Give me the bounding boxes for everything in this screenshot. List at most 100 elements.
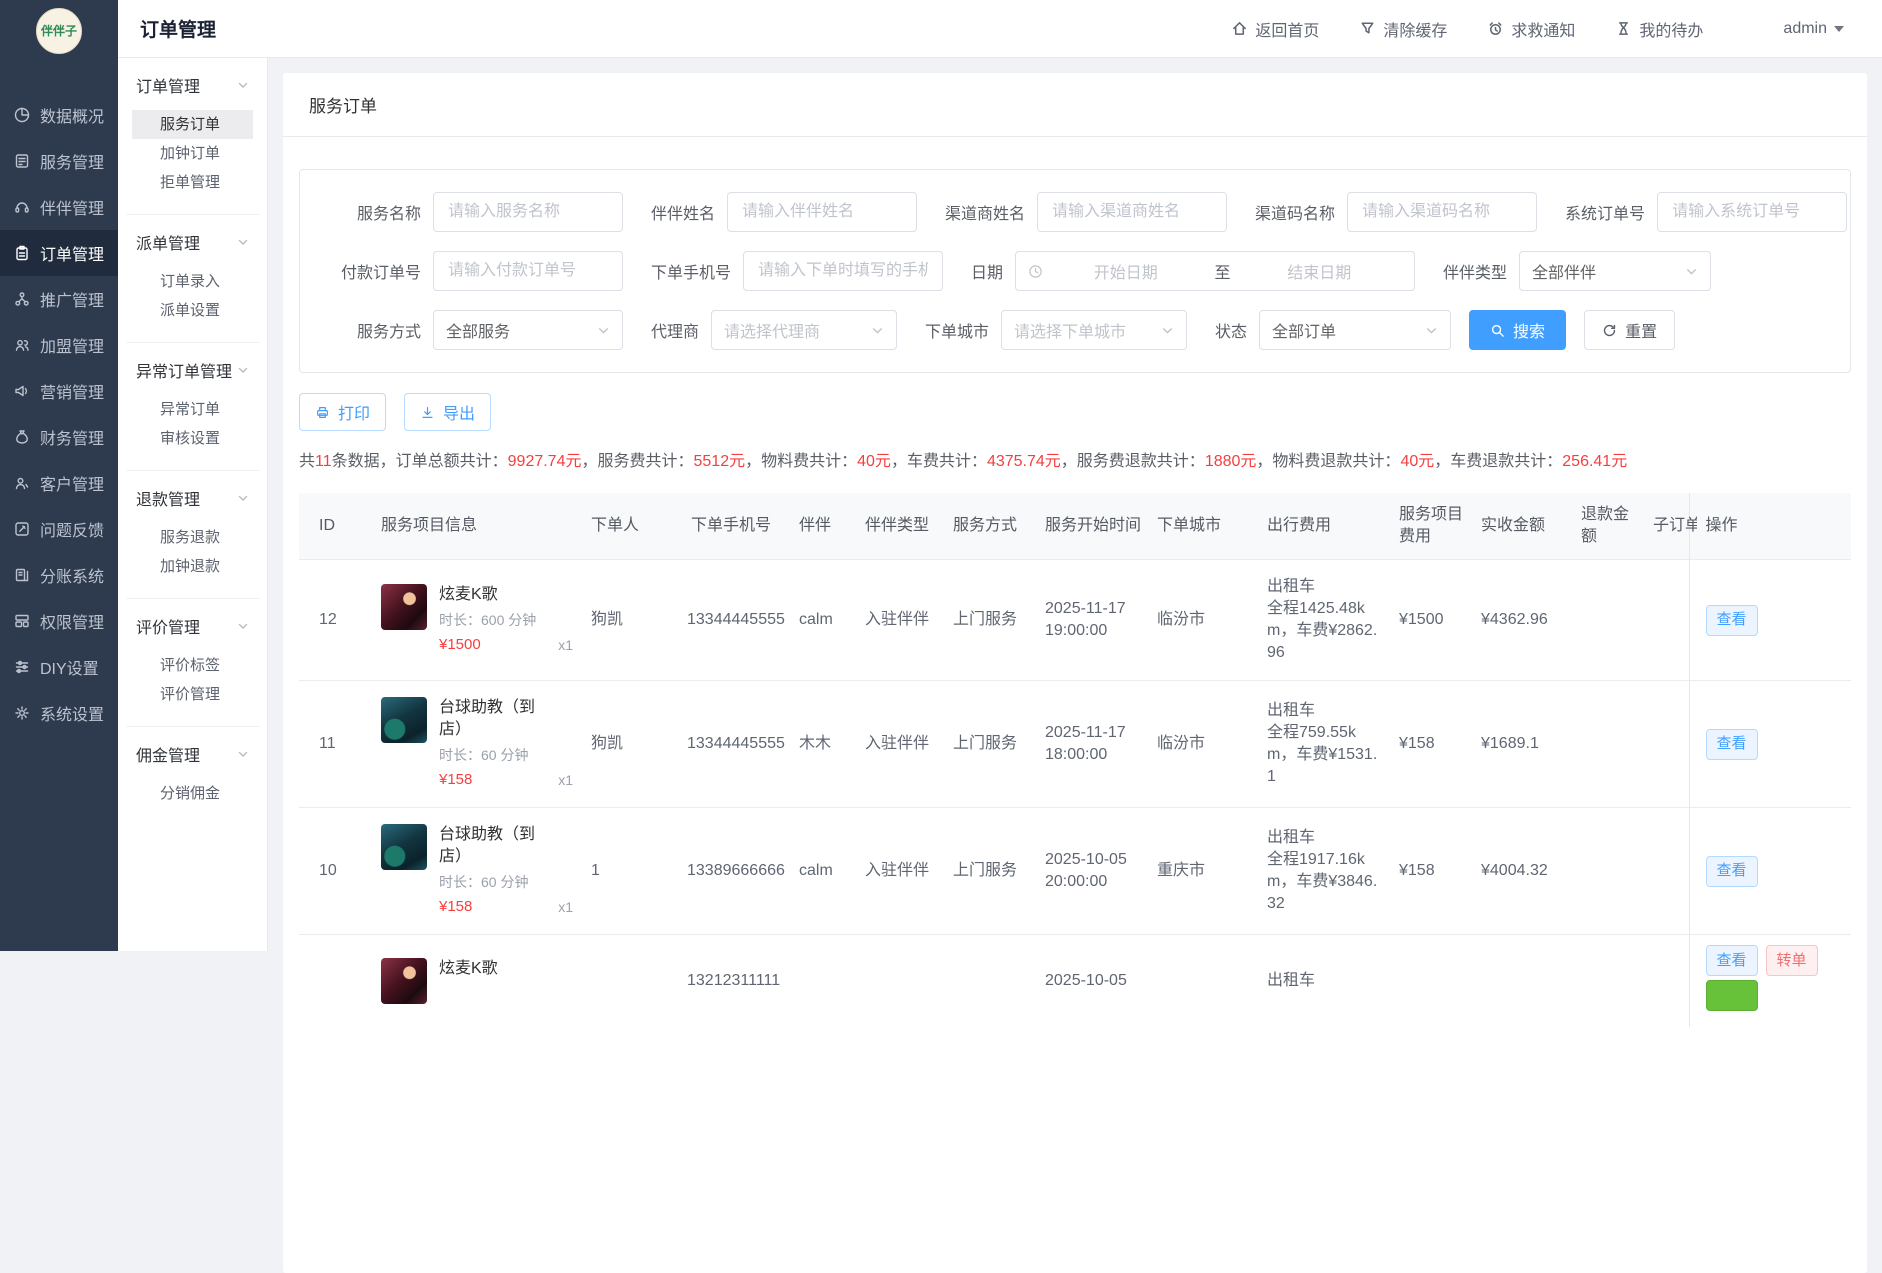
sidebar-item-customer-mgmt[interactable]: 客户管理	[0, 460, 118, 506]
sidebar-item-label: 权限管理	[40, 609, 104, 633]
pay-order-no-input[interactable]	[433, 251, 623, 291]
sidebar-item-franchise-mgmt[interactable]: 加盟管理	[0, 322, 118, 368]
sos-notice-label: 求救通知	[1511, 17, 1575, 41]
sidebar-item-service-mgmt[interactable]: 服务管理	[0, 138, 118, 184]
view-button[interactable]: 查看	[1706, 856, 1758, 887]
service-mode-select[interactable]: 全部服务	[433, 310, 623, 350]
reset-button[interactable]: 重置	[1584, 310, 1675, 350]
clear-cache-link[interactable]: 清除缓存	[1359, 17, 1447, 41]
service-thumbnail	[381, 958, 427, 1004]
chevron-down-icon	[871, 324, 884, 337]
service-name-input[interactable]	[433, 192, 623, 232]
back-home-link[interactable]: 返回首页	[1231, 17, 1319, 41]
order-city-select[interactable]: 请选择下单城市	[1001, 310, 1187, 350]
sidebar-item-finance-mgmt[interactable]: 财务管理	[0, 414, 118, 460]
order-city	[1149, 935, 1259, 1028]
submenu-item-distribution-commission[interactable]: 分销佣金	[132, 779, 253, 808]
submenu-group-header[interactable]: 评价管理	[132, 614, 253, 638]
action-button-partial[interactable]	[1706, 980, 1758, 1011]
col-service-mode: 服务方式	[945, 493, 1037, 560]
submenu-item-service-orders[interactable]: 服务订单	[132, 110, 253, 139]
order-phone-input[interactable]	[743, 251, 943, 291]
sidebar-item-diy-settings[interactable]: DIY设置	[0, 644, 118, 690]
sub-order	[1645, 808, 1689, 935]
submenu-item-abnormal-orders[interactable]: 异常订单	[132, 395, 253, 424]
submenu-item-dispatch-settings[interactable]: 派单设置	[132, 296, 253, 325]
search-button[interactable]: 搜索	[1469, 310, 1566, 350]
filter-form: 服务名称 伴伴姓名 渠道商姓名 渠道码名称 系统订单号	[299, 169, 1851, 373]
user-menu[interactable]: admin	[1783, 20, 1844, 38]
submenu-group-header[interactable]: 派单管理	[132, 230, 253, 254]
submenu-item-extra-time-orders[interactable]: 加钟订单	[132, 139, 253, 168]
view-button[interactable]: 查看	[1706, 605, 1758, 636]
submenu-item-review-mgmt[interactable]: 评价管理	[132, 680, 253, 709]
partner-type: 入驻伴伴	[857, 681, 945, 808]
submenu-group-header[interactable]: 退款管理	[132, 486, 253, 510]
status-select[interactable]: 全部订单	[1259, 310, 1451, 350]
order-city-label: 下单城市	[925, 318, 989, 342]
date-separator: 至	[1209, 259, 1237, 283]
date-range-picker[interactable]: 开始日期 至 结束日期	[1015, 251, 1415, 291]
sidebar-item-promotion-mgmt[interactable]: 推广管理	[0, 276, 118, 322]
sidebar-item-feedback[interactable]: 问题反馈	[0, 506, 118, 552]
buyer: 狗凯	[583, 560, 683, 681]
sidebar-item-order-mgmt[interactable]: 订单管理	[0, 230, 118, 276]
submenu-item-order-entry[interactable]: 订单录入	[132, 267, 253, 296]
secondary-sidebar: 订单管理 服务订单 加钟订单 拒单管理 派单管理 订单录入 派单设置 异常订单管…	[118, 58, 268, 951]
sos-notice-link[interactable]: 求救通知	[1487, 17, 1575, 41]
item-fee: ¥158	[1391, 808, 1473, 935]
partner-type-select[interactable]: 全部伴伴	[1519, 251, 1711, 291]
print-button[interactable]: 打印	[299, 393, 386, 431]
view-button[interactable]: 查看	[1706, 729, 1758, 760]
my-todo-label: 我的待办	[1639, 17, 1703, 41]
export-button[interactable]: 导出	[404, 393, 491, 431]
service-thumbnail	[381, 824, 427, 870]
refund-amount	[1573, 808, 1645, 935]
alarm-icon	[1487, 20, 1504, 37]
partner-type	[857, 935, 945, 1028]
sliders-icon	[13, 658, 31, 676]
col-refund: 退款金额	[1573, 493, 1645, 560]
my-todo-link[interactable]: 我的待办	[1615, 17, 1703, 41]
submenu-group-header[interactable]: 异常订单管理	[132, 358, 253, 382]
submenu-item-review-settings[interactable]: 审核设置	[132, 424, 253, 453]
pie-chart-icon	[13, 106, 31, 124]
date-label: 日期	[971, 259, 1003, 283]
sys-order-no-input[interactable]	[1657, 192, 1847, 232]
submenu-group-header[interactable]: 佣金管理	[132, 742, 253, 766]
start-time: 2025-11-17 18:00:00	[1037, 681, 1149, 808]
home-icon	[1231, 20, 1248, 37]
order-city: 临汾市	[1149, 560, 1259, 681]
channel-code-input[interactable]	[1347, 192, 1537, 232]
page-title: 服务订单	[283, 73, 1867, 137]
refresh-icon	[1602, 323, 1617, 338]
sidebar-item-marketing-mgmt[interactable]: 营销管理	[0, 368, 118, 414]
submenu-item-review-tags[interactable]: 评价标签	[132, 651, 253, 680]
partner-name-input[interactable]	[727, 192, 917, 232]
sidebar-item-ledger-system[interactable]: 分账系统	[0, 552, 118, 598]
sidebar-item-partner-mgmt[interactable]: 伴伴管理	[0, 184, 118, 230]
sidebar-item-permission-mgmt[interactable]: 权限管理	[0, 598, 118, 644]
channel-owner-input[interactable]	[1037, 192, 1227, 232]
submenu-group-header[interactable]: 订单管理	[132, 73, 253, 97]
col-item-fee: 服务项目费用	[1391, 493, 1473, 560]
order-id: 11	[299, 681, 373, 808]
sidebar-item-label: 服务管理	[40, 149, 104, 173]
share-network-icon	[13, 290, 31, 308]
sidebar-item-label: 加盟管理	[40, 333, 104, 357]
date-end-placeholder: 结束日期	[1237, 259, 1403, 283]
sidebar-item-system-settings[interactable]: 系统设置	[0, 690, 118, 736]
transfer-button[interactable]: 转单	[1766, 945, 1818, 976]
sidebar-item-label: 系统设置	[40, 701, 104, 725]
submenu-item-extra-time-refund[interactable]: 加钟退款	[132, 552, 253, 581]
buyer-phone: 13212311111	[687, 970, 791, 992]
submenu-item-rejected-orders[interactable]: 拒单管理	[132, 168, 253, 197]
submenu-item-service-refund[interactable]: 服务退款	[132, 523, 253, 552]
sidebar-item-data-overview[interactable]: 数据概况	[0, 92, 118, 138]
feedback-icon	[13, 520, 31, 538]
view-button[interactable]: 查看	[1706, 945, 1758, 976]
buyer-phone: 13344445555	[687, 733, 791, 755]
service-thumbnail	[381, 697, 427, 743]
agent-select[interactable]: 请选择代理商	[711, 310, 897, 350]
logo-badge: 伴伴子	[36, 8, 82, 54]
